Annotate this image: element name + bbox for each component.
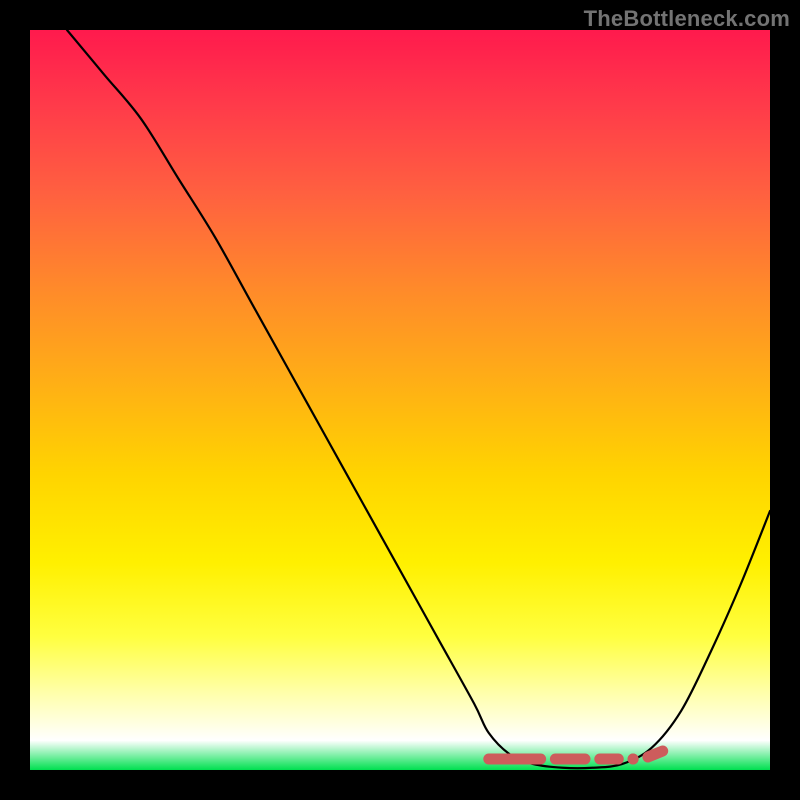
chart-frame: TheBottleneck.com: [0, 0, 800, 800]
bottleneck-curve: [67, 30, 770, 768]
plot-area: [30, 30, 770, 770]
watermark-text: TheBottleneck.com: [584, 6, 790, 32]
curve-svg: [30, 30, 770, 770]
